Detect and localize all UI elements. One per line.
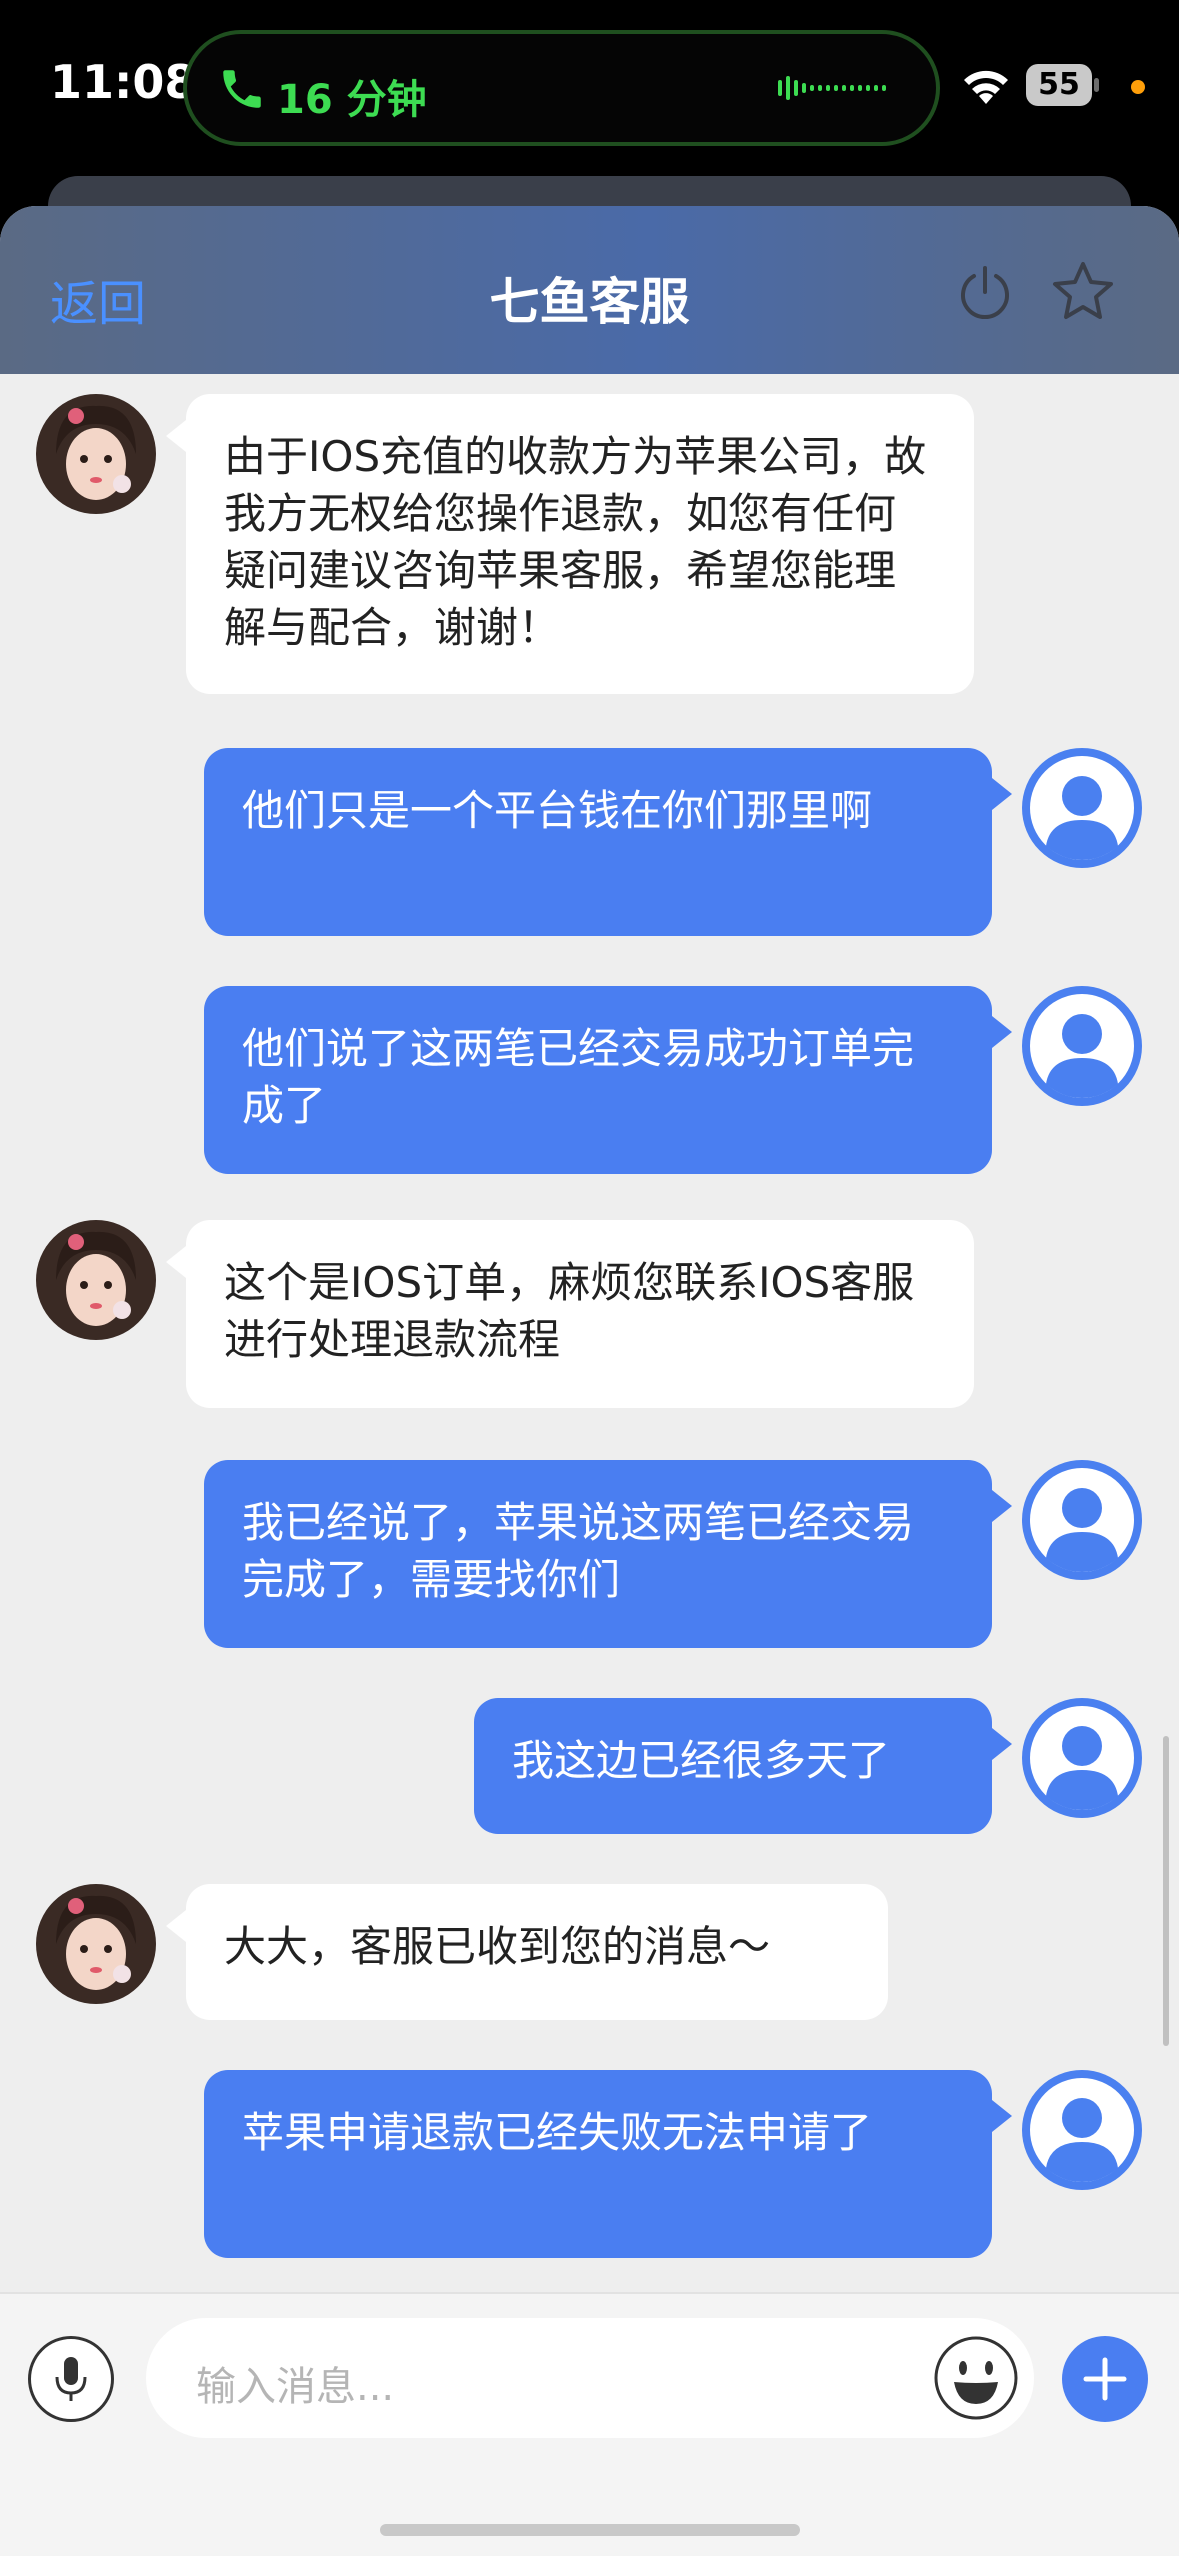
home-indicator[interactable] bbox=[380, 2524, 800, 2536]
battery-icon: 55 bbox=[1026, 64, 1099, 108]
agent-message-bubble[interactable]: 这个是IOS订单，麻烦您联系IOS客服进行处理退款流程 bbox=[186, 1220, 974, 1408]
phone-icon bbox=[223, 70, 261, 108]
bubble-tail bbox=[992, 1016, 1012, 1048]
input-bar: 输入消息... bbox=[0, 2292, 1179, 2556]
microphone-icon bbox=[55, 2357, 87, 2401]
bubble-tail bbox=[166, 1246, 186, 1278]
navigation-bar: 返回 七鱼客服 bbox=[0, 206, 1179, 374]
star-icon[interactable] bbox=[1050, 258, 1116, 324]
user-silhouette-icon bbox=[1026, 1464, 1138, 1576]
user-avatar[interactable] bbox=[1022, 1460, 1142, 1580]
user-message-bubble[interactable]: 他们只是一个平台钱在你们那里啊 bbox=[204, 748, 992, 936]
agent-avatar[interactable] bbox=[36, 1884, 156, 2004]
call-indicator[interactable]: 16 分钟 bbox=[183, 30, 940, 146]
bubble-tail bbox=[992, 778, 1012, 810]
bubble-tail bbox=[166, 1910, 186, 1942]
emoji-icon[interactable] bbox=[932, 2334, 1020, 2422]
battery-level: 55 bbox=[1026, 64, 1092, 106]
message-input[interactable]: 输入消息... bbox=[146, 2318, 1034, 2438]
user-message-bubble[interactable]: 我已经说了，苹果说这两笔已经交易完成了，需要找你们 bbox=[204, 1460, 992, 1648]
bubble-tail bbox=[166, 420, 186, 452]
user-silhouette-icon bbox=[1026, 990, 1138, 1102]
audio-wave-icon bbox=[778, 76, 886, 100]
user-message-bubble[interactable]: 他们说了这两笔已经交易成功订单完成了 bbox=[204, 986, 992, 1174]
status-bar: 11:08 16 分钟 55 bbox=[0, 0, 1179, 180]
scrollbar[interactable] bbox=[1163, 1736, 1169, 2046]
agent-avatar[interactable] bbox=[36, 1220, 156, 1340]
user-message-bubble[interactable]: 我这边已经很多天了 bbox=[474, 1698, 992, 1834]
agent-avatar[interactable] bbox=[36, 394, 156, 514]
user-avatar[interactable] bbox=[1022, 748, 1142, 868]
chat-sheet: 返回 七鱼客服 由于IOS充值的收款方为苹果公司，故我方无权给您操作退款，如您有… bbox=[0, 206, 1179, 2556]
user-message-bubble[interactable]: 苹果申请退款已经失败无法申请了 bbox=[204, 2070, 992, 2258]
agent-avatar-image bbox=[36, 1220, 156, 1340]
bubble-tail bbox=[992, 1728, 1012, 1760]
plus-icon bbox=[1083, 2357, 1127, 2401]
power-icon[interactable] bbox=[954, 262, 1016, 324]
agent-avatar-image bbox=[36, 394, 156, 514]
input-placeholder: 输入消息... bbox=[196, 2364, 395, 2410]
agent-message-bubble[interactable]: 大大，客服已收到您的消息～ bbox=[186, 1884, 888, 2020]
wifi-icon bbox=[964, 70, 1008, 104]
status-time: 11:08 bbox=[50, 55, 197, 109]
phone-screen: 11:08 16 分钟 55 返回 七鱼客服 由于IOS充值的收款方为苹果公司，… bbox=[0, 0, 1179, 2556]
user-avatar[interactable] bbox=[1022, 1698, 1142, 1818]
battery-tip bbox=[1094, 78, 1099, 92]
user-silhouette-icon bbox=[1026, 1702, 1138, 1814]
bubble-tail bbox=[992, 2100, 1012, 2132]
message-list[interactable]: 由于IOS充值的收款方为苹果公司，故我方无权给您操作退款，如您有任何疑问建议咨询… bbox=[0, 374, 1179, 2292]
agent-avatar-image bbox=[36, 1884, 156, 2004]
bubble-tail bbox=[992, 1490, 1012, 1522]
privacy-indicator-dot bbox=[1131, 80, 1145, 94]
voice-button[interactable] bbox=[28, 2336, 114, 2422]
user-silhouette-icon bbox=[1026, 752, 1138, 864]
user-avatar[interactable] bbox=[1022, 986, 1142, 1106]
user-silhouette-icon bbox=[1026, 2074, 1138, 2186]
user-avatar[interactable] bbox=[1022, 2070, 1142, 2190]
add-attachment-button[interactable] bbox=[1062, 2336, 1148, 2422]
call-duration: 16 分钟 bbox=[277, 77, 427, 123]
agent-message-bubble[interactable]: 由于IOS充值的收款方为苹果公司，故我方无权给您操作退款，如您有任何疑问建议咨询… bbox=[186, 394, 974, 694]
